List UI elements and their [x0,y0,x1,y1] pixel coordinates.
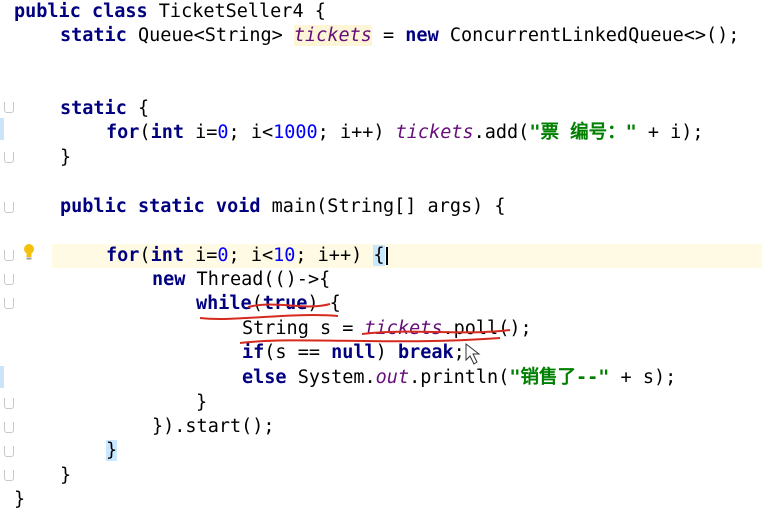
type-name: Queue<String> [126,25,294,46]
code-text: ( [139,245,151,266]
method-signature: main(String[] args) { [260,196,506,217]
keyword: while [196,293,252,314]
code-text: ( [139,122,151,143]
keyword: break [397,342,454,363]
code-line[interactable]: public class TicketSeller4 { [14,0,326,24]
code-text: ; i++) [295,245,374,266]
brace: } [14,489,26,510]
brace: } [196,392,208,413]
fold-marker-icon[interactable] [4,250,14,261]
field-tickets: tickets [293,25,372,46]
keyword: else [242,367,287,388]
code-text: ; i< [228,122,274,143]
code-line[interactable]: } [14,488,25,512]
code-text: ; i< [228,245,274,266]
keyword: public static void [60,196,261,217]
code-text: System. [286,367,376,388]
code-text: ( [251,293,263,314]
code-text: ) [375,342,398,363]
keyword: public class [14,1,148,22]
initializer: ConcurrentLinkedQueue<>(); [438,25,740,46]
matched-brace: { [373,245,385,266]
code-line[interactable]: } [60,146,71,170]
number-literal: 0 [217,122,229,143]
number-literal: 1000 [273,122,318,143]
fold-marker-icon[interactable] [4,202,14,213]
keyword: for [106,122,140,143]
text-cursor [386,247,388,265]
code-line[interactable]: } [106,439,118,463]
code-text: i= [183,245,218,266]
fold-marker-icon[interactable] [4,102,14,113]
code-text: i= [183,122,218,143]
code-text: String s = [242,318,365,339]
keyword: new [152,269,186,290]
matched-brace: } [106,440,118,461]
keyword: int [150,245,184,266]
operator: = [371,25,406,46]
field-out: out [375,367,410,388]
code-text: .println( [409,367,510,388]
number-literal: 0 [217,245,229,266]
code-line[interactable]: }).start(); [152,415,275,439]
code-editor[interactable]: public class TicketSeller4 { static Queu… [0,0,762,515]
number-literal: 10 [273,245,296,266]
fold-marker-icon[interactable] [4,274,14,285]
code-line[interactable]: else System.out.println("销售了--" + s); [242,366,676,390]
fold-marker-icon[interactable] [4,298,14,309]
code-text: ; [453,342,465,363]
keyword: if [242,342,265,363]
code-line[interactable]: String s = tickets.poll(); [242,317,532,341]
code-line[interactable]: static { [60,97,149,121]
fold-marker-icon[interactable] [4,446,14,457]
change-marker [0,118,4,140]
code-line[interactable]: while(true) { [196,292,341,316]
code-line[interactable]: for(int i=0; i<10; i++) { [106,244,385,268]
code-text: Thread(()->{ [185,269,331,290]
field-tickets: tickets [364,318,443,339]
change-marker [0,366,4,388]
fold-marker-icon[interactable] [4,152,14,163]
fold-marker-icon[interactable] [4,398,14,409]
brace: { [126,98,150,119]
code-text: ) { [307,293,341,314]
keyword: new [405,25,439,46]
code-text: }).start(); [152,416,275,437]
keyword: int [150,122,184,143]
field-tickets: tickets [395,122,474,143]
code-text: (s == [264,342,332,363]
code-line[interactable]: for(int i=0; i<1000; i++) tickets.add("票… [106,121,704,145]
code-text: .add( [473,122,530,143]
mouse-pointer-icon [465,342,481,365]
keyword: static [60,25,127,46]
code-text: .poll(); [442,318,532,339]
keyword: for [106,245,140,266]
keyword: null [331,342,376,363]
code-line[interactable]: static Queue<String> tickets = new Concu… [60,24,739,48]
code-text: + i); [636,122,704,143]
fold-marker-icon[interactable] [4,422,14,433]
brace: } [60,465,72,486]
class-name: TicketSeller4 { [147,1,326,22]
fold-marker-icon[interactable] [4,470,14,481]
lightbulb-icon[interactable] [22,243,36,261]
code-text: ; i++) [317,122,396,143]
brace: } [60,147,72,168]
code-line[interactable]: } [196,391,207,415]
code-line[interactable]: } [60,464,71,488]
string-literal: "票 编号：" [529,122,637,143]
code-line[interactable]: public static void main(String[] args) { [60,195,506,219]
code-line[interactable]: new Thread(()->{ [152,268,330,292]
keyword: static [60,98,127,119]
code-line[interactable]: if(s == null) break; [242,341,465,365]
keyword: true [262,293,308,314]
editor-gutter [0,0,52,515]
code-text: + s); [609,367,677,388]
string-literal: "销售了--" [509,367,610,388]
